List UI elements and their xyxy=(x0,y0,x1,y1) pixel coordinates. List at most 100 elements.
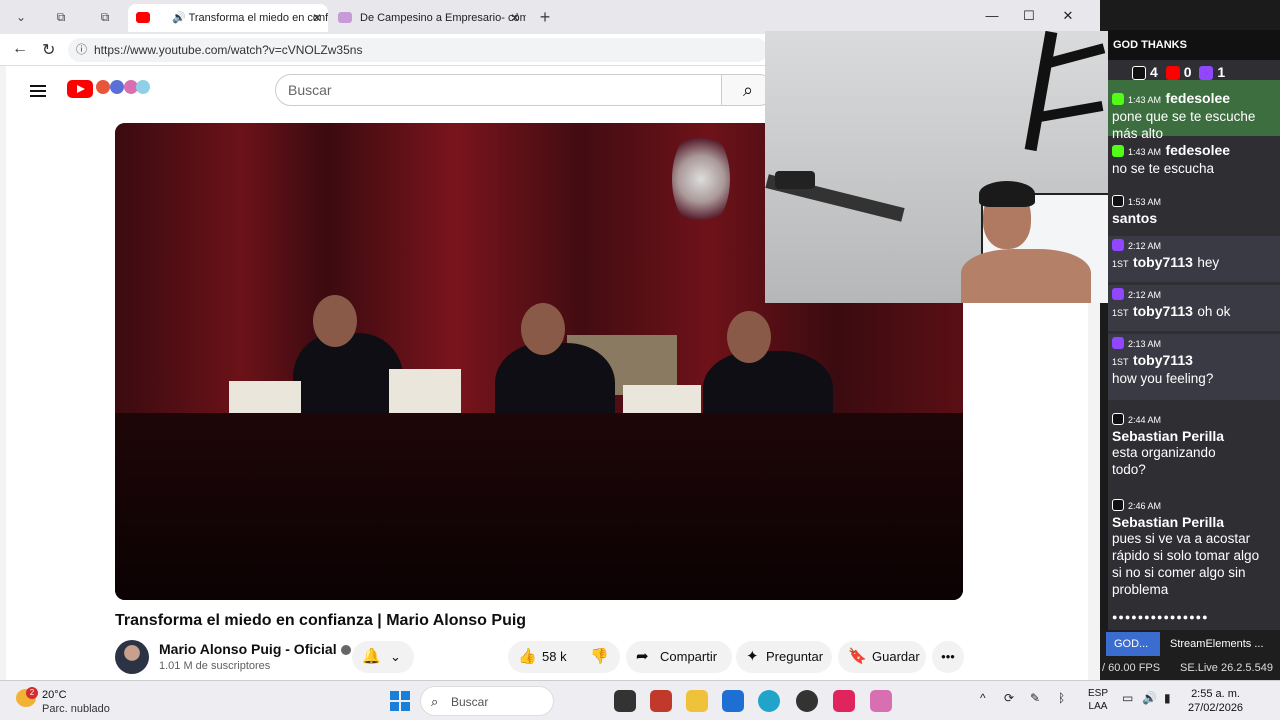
save-label: Guardar xyxy=(872,649,920,664)
search-input[interactable]: Buscar xyxy=(275,74,722,106)
weather-condition: Parc. nublado xyxy=(42,703,110,715)
sub-badge: 1ST xyxy=(1112,308,1129,318)
twitch-count: 1 xyxy=(1217,64,1226,80)
tab-actions-icon[interactable]: ⧉ xyxy=(92,5,118,29)
page-favicon-icon xyxy=(338,12,352,23)
url-text: https://www.youtube.com/watch?v=cVNOLZw3… xyxy=(94,43,363,57)
video-speaker-head xyxy=(521,303,565,355)
doodle-icon xyxy=(110,80,124,94)
new-tab-button[interactable]: + xyxy=(532,5,558,29)
platform-counts: 4 0 1 xyxy=(1128,64,1226,81)
chat-app-icon[interactable] xyxy=(870,690,892,712)
tab-youtube-video[interactable]: 🔊 Transforma el miedo en confianza ✕ xyxy=(128,4,328,32)
message-text: no se te escucha xyxy=(1112,161,1215,176)
webcam-person-hair xyxy=(979,181,1035,207)
kick-icon xyxy=(1112,144,1124,157)
bluetooth-icon[interactable]: ᛒ xyxy=(1058,691,1065,705)
url-field[interactable]: ⓘ https://www.youtube.com/watch?v=cVNOLZ… xyxy=(68,38,768,62)
notification-bell-button[interactable]: 🔔 ⌄ xyxy=(352,641,414,673)
share-button[interactable]: ➦ Compartir xyxy=(626,641,732,673)
edge-icon[interactable] xyxy=(758,690,780,712)
taskbar-search[interactable]: ⌕ Buscar xyxy=(420,686,554,716)
close-tab-icon[interactable]: ✕ xyxy=(312,4,322,32)
sub-badge: 1ST xyxy=(1112,259,1129,269)
system-clock[interactable]: 2:55 a. m. 27/02/2026 xyxy=(1188,687,1243,715)
task-view-icon[interactable] xyxy=(614,690,636,712)
message-user: fedesolee xyxy=(1165,90,1231,106)
start-menu-icon[interactable] xyxy=(390,691,410,711)
video-crest xyxy=(672,129,730,229)
network-icon[interactable]: ▭ xyxy=(1122,691,1133,705)
dislike-icon[interactable]: 👎 xyxy=(590,641,609,673)
bookmark-icon: 🔖 xyxy=(848,648,867,665)
search-icon: ⌕ xyxy=(431,694,439,709)
temperature: 20°C xyxy=(42,689,67,701)
app-icon[interactable] xyxy=(650,690,672,712)
fps-readout: / 60.00 FPS xyxy=(1102,662,1161,674)
minimize-icon[interactable]: — xyxy=(982,8,1002,23)
doodle-icon xyxy=(136,80,150,94)
volume-icon[interactable]: 🔊 xyxy=(1142,691,1157,705)
message-time: 2:13 AM xyxy=(1128,339,1162,349)
ask-label: Preguntar xyxy=(766,649,824,664)
tiktok-icon xyxy=(1112,412,1124,425)
ask-button[interactable]: ✦ Preguntar xyxy=(736,641,832,673)
file-explorer-icon[interactable] xyxy=(686,690,708,712)
message-time: 1:43 AM xyxy=(1128,147,1162,157)
message-user: Sebastian Perilla xyxy=(1112,428,1225,444)
message-time: 2:44 AM xyxy=(1128,415,1162,425)
speaker-icon[interactable]: 🔊 xyxy=(172,12,186,24)
close-tab-icon[interactable]: ✕ xyxy=(510,4,520,32)
chat-message: 1:43 AM fedesolee pone que se te escuche… xyxy=(1108,80,1280,141)
battery-icon[interactable]: ▮ xyxy=(1164,691,1171,705)
sub-badge: 1ST xyxy=(1112,357,1129,367)
doodle-icon xyxy=(96,80,110,94)
message-time: 2:46 AM xyxy=(1128,501,1162,511)
pen-icon[interactable]: ✎ xyxy=(1030,691,1040,705)
sync-icon[interactable]: ⟳ xyxy=(1004,691,1014,705)
refresh-icon[interactable]: ↻ xyxy=(42,40,55,60)
tiktok-icon xyxy=(1132,66,1146,81)
message-user: Sebastian Perilla xyxy=(1112,514,1225,530)
show-hidden-icons-icon[interactable]: ^ xyxy=(980,691,986,705)
like-count[interactable]: 58 k xyxy=(542,641,567,673)
menu-hamburger-icon[interactable] xyxy=(30,82,46,100)
message-user: toby7113 xyxy=(1132,303,1193,319)
video-speaker-head xyxy=(727,311,771,363)
maximize-icon[interactable]: ☐ xyxy=(1019,8,1039,24)
workspaces-icon[interactable]: ⧉ xyxy=(48,5,74,29)
message-text: hey xyxy=(1197,255,1220,270)
youtube-count: 0 xyxy=(1183,64,1192,80)
version-readout: SE.Live 26.2.5.549 xyxy=(1180,662,1273,674)
store-icon[interactable] xyxy=(722,690,744,712)
video-speaker-head xyxy=(313,295,357,347)
youtube-favicon-icon xyxy=(136,12,150,23)
channel-avatar[interactable] xyxy=(115,640,149,674)
video-table-front xyxy=(115,413,963,600)
chat-message: 2:12 AM 1ST toby7113 oh ok xyxy=(1108,285,1280,331)
close-window-icon[interactable]: ✕ xyxy=(1058,8,1078,24)
chevron-down-icon: ⌄ xyxy=(390,649,401,664)
stream-chat: GOD THANKS 4 0 1 1:43 AM fedesolee pone … xyxy=(1108,30,1280,630)
dock-tab-god[interactable]: GOD... xyxy=(1106,632,1160,656)
taskbar: 2 20°C Parc. nublado ⌕ Buscar ^ ⟳ ✎ ᛒ ES… xyxy=(0,680,1280,720)
language-indicator[interactable]: ESP LAA xyxy=(1088,687,1108,713)
dock-tab-streamelements[interactable]: StreamElements ... xyxy=(1162,632,1278,656)
chat-message: 2:12 AM 1ST toby7113 hey xyxy=(1108,236,1280,282)
save-button[interactable]: 🔖 Guardar xyxy=(838,641,926,673)
message-user: toby7113 xyxy=(1132,352,1193,368)
like-icon[interactable]: 👍 xyxy=(518,641,537,673)
site-info-icon[interactable]: ⓘ xyxy=(76,38,87,62)
obs-icon[interactable] xyxy=(796,690,818,712)
back-arrow-icon[interactable]: ← xyxy=(12,40,28,58)
tiktok-icon xyxy=(1112,498,1124,511)
youtube-logo-icon[interactable] xyxy=(67,80,93,98)
more-actions-button[interactable]: ••• xyxy=(932,641,964,673)
taskbar-search-placeholder: Buscar xyxy=(451,695,489,709)
tiktok-live-icon[interactable] xyxy=(833,690,855,712)
video-nameplate xyxy=(389,369,461,413)
tab-list-dropdown-icon[interactable]: ⌄ xyxy=(8,5,34,29)
channel-name[interactable]: Mario Alonso Puig - Oficial xyxy=(159,641,351,657)
sparkle-icon: ✦ xyxy=(746,648,759,665)
tab-other-video[interactable]: De Campesino a Empresario- cóm ✕ xyxy=(330,4,526,32)
